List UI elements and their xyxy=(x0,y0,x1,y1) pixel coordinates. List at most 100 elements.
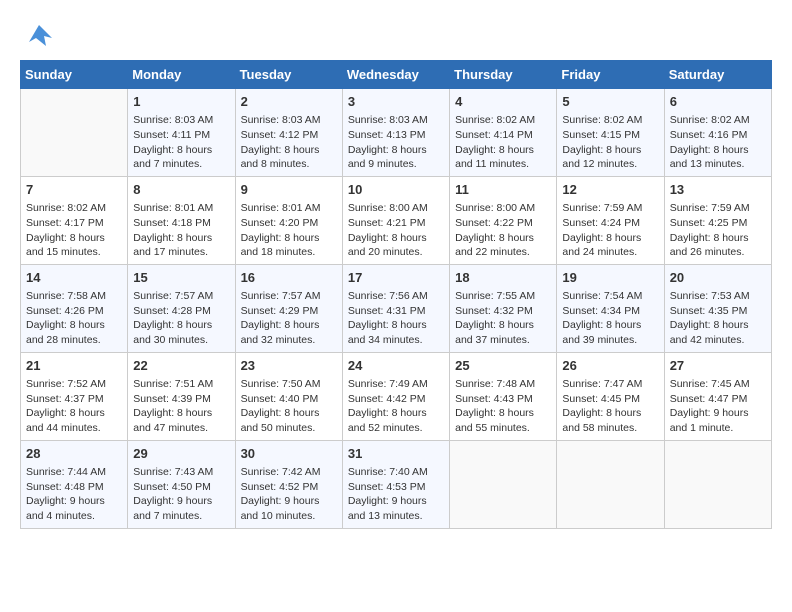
day-info: Sunrise: 8:01 AMSunset: 4:18 PMDaylight:… xyxy=(133,201,229,260)
weekday-header-monday: Monday xyxy=(128,61,235,89)
day-info: Sunrise: 7:55 AMSunset: 4:32 PMDaylight:… xyxy=(455,289,551,348)
calendar-cell: 11 Sunrise: 8:00 AMSunset: 4:22 PMDayligh… xyxy=(450,176,557,264)
calendar-cell: 14Sunrise: 7:58 AMSunset: 4:26 PMDayligh… xyxy=(21,264,128,352)
calendar-cell: 16 Sunrise: 7:57 AMSunset: 4:29 PMDayligh… xyxy=(235,264,342,352)
day-number: 16 xyxy=(241,269,337,287)
calendar-cell: 29 Sunrise: 7:43 AMSunset: 4:50 PMDayligh… xyxy=(128,440,235,528)
weekday-header-thursday: Thursday xyxy=(450,61,557,89)
weekday-header-row: SundayMondayTuesdayWednesdayThursdayFrid… xyxy=(21,61,772,89)
calendar-cell: 17 Sunrise: 7:56 AMSunset: 4:31 PMDayligh… xyxy=(342,264,449,352)
day-number: 7 xyxy=(26,181,122,199)
day-info: Sunrise: 7:56 AMSunset: 4:31 PMDaylight:… xyxy=(348,289,444,348)
day-info: Sunrise: 7:53 AMSunset: 4:35 PMDaylight:… xyxy=(670,289,766,348)
day-number: 22 xyxy=(133,357,229,375)
weekday-header-tuesday: Tuesday xyxy=(235,61,342,89)
weekday-header-saturday: Saturday xyxy=(664,61,771,89)
day-number: 28 xyxy=(26,445,122,463)
calendar-cell xyxy=(450,440,557,528)
calendar-cell xyxy=(557,440,664,528)
day-info: Sunrise: 7:50 AMSunset: 4:40 PMDaylight:… xyxy=(241,377,337,436)
day-number: 19 xyxy=(562,269,658,287)
day-info: Sunrise: 8:02 AMSunset: 4:16 PMDaylight:… xyxy=(670,113,766,172)
weekday-header-friday: Friday xyxy=(557,61,664,89)
day-number: 29 xyxy=(133,445,229,463)
day-number: 12 xyxy=(562,181,658,199)
weekday-header-wednesday: Wednesday xyxy=(342,61,449,89)
calendar-table: SundayMondayTuesdayWednesdayThursdayFrid… xyxy=(20,60,772,529)
day-info: Sunrise: 7:49 AMSunset: 4:42 PMDaylight:… xyxy=(348,377,444,436)
day-number: 17 xyxy=(348,269,444,287)
calendar-week-row-4: 21 Sunrise: 7:52 AMSunset: 4:37 PMDayligh… xyxy=(21,352,772,440)
day-info: Sunrise: 7:40 AMSunset: 4:53 PMDaylight:… xyxy=(348,465,444,524)
calendar-cell: 19 Sunrise: 7:54 AMSunset: 4:34 PMDayligh… xyxy=(557,264,664,352)
day-number: 8 xyxy=(133,181,229,199)
day-number: 30 xyxy=(241,445,337,463)
calendar-cell: 12 Sunrise: 7:59 AMSunset: 4:24 PMDayligh… xyxy=(557,176,664,264)
calendar-cell: 4 Sunrise: 8:02 AMSunset: 4:14 PMDaylight… xyxy=(450,89,557,177)
calendar-cell: 23 Sunrise: 7:50 AMSunset: 4:40 PMDayligh… xyxy=(235,352,342,440)
day-number: 11 xyxy=(455,181,551,199)
calendar-cell: 10 Sunrise: 8:00 AMSunset: 4:21 PMDayligh… xyxy=(342,176,449,264)
day-info: Sunrise: 7:59 AMSunset: 4:24 PMDaylight:… xyxy=(562,201,658,260)
calendar-cell xyxy=(664,440,771,528)
day-number: 10 xyxy=(348,181,444,199)
day-number: 3 xyxy=(348,93,444,111)
day-info: Sunrise: 7:44 AMSunset: 4:48 PMDaylight:… xyxy=(26,465,122,524)
calendar-cell: 25Sunrise: 7:48 AMSunset: 4:43 PMDayligh… xyxy=(450,352,557,440)
calendar-cell: 21 Sunrise: 7:52 AMSunset: 4:37 PMDayligh… xyxy=(21,352,128,440)
day-info: Sunrise: 7:57 AMSunset: 4:29 PMDaylight:… xyxy=(241,289,337,348)
day-number: 26 xyxy=(562,357,658,375)
calendar-cell: 26 Sunrise: 7:47 AMSunset: 4:45 PMDayligh… xyxy=(557,352,664,440)
day-number: 9 xyxy=(241,181,337,199)
day-number: 4 xyxy=(455,93,551,111)
header xyxy=(20,20,772,50)
calendar-cell: 2 Sunrise: 8:03 AMSunset: 4:12 PMDaylight… xyxy=(235,89,342,177)
day-number: 13 xyxy=(670,181,766,199)
day-info: Sunrise: 7:47 AMSunset: 4:45 PMDaylight:… xyxy=(562,377,658,436)
day-number: 21 xyxy=(26,357,122,375)
day-info: Sunrise: 7:51 AMSunset: 4:39 PMDaylight:… xyxy=(133,377,229,436)
calendar-cell xyxy=(21,89,128,177)
calendar-cell: 5Sunrise: 8:02 AMSunset: 4:15 PMDaylight… xyxy=(557,89,664,177)
day-number: 15 xyxy=(133,269,229,287)
day-info: Sunrise: 8:03 AMSunset: 4:13 PMDaylight:… xyxy=(348,113,444,172)
calendar-cell: 3 Sunrise: 8:03 AMSunset: 4:13 PMDaylight… xyxy=(342,89,449,177)
day-info: Sunrise: 7:57 AMSunset: 4:28 PMDaylight:… xyxy=(133,289,229,348)
logo-bird-icon xyxy=(24,20,54,50)
day-info: Sunrise: 8:00 AMSunset: 4:21 PMDaylight:… xyxy=(348,201,444,260)
calendar-cell: 30Sunrise: 7:42 AMSunset: 4:52 PMDayligh… xyxy=(235,440,342,528)
day-info: Sunrise: 8:02 AMSunset: 4:14 PMDaylight:… xyxy=(455,113,551,172)
day-info: Sunrise: 8:03 AMSunset: 4:12 PMDaylight:… xyxy=(241,113,337,172)
day-info: Sunrise: 7:59 AMSunset: 4:25 PMDaylight:… xyxy=(670,201,766,260)
day-info: Sunrise: 7:43 AMSunset: 4:50 PMDaylight:… xyxy=(133,465,229,524)
calendar-cell: 24 Sunrise: 7:49 AMSunset: 4:42 PMDayligh… xyxy=(342,352,449,440)
day-info: Sunrise: 7:54 AMSunset: 4:34 PMDaylight:… xyxy=(562,289,658,348)
day-number: 24 xyxy=(348,357,444,375)
calendar-cell: 9Sunrise: 8:01 AMSunset: 4:20 PMDaylight… xyxy=(235,176,342,264)
calendar-week-row-5: 28 Sunrise: 7:44 AMSunset: 4:48 PMDayligh… xyxy=(21,440,772,528)
calendar-week-row-1: 1Sunrise: 8:03 AMSunset: 4:11 PMDaylight… xyxy=(21,89,772,177)
day-number: 6 xyxy=(670,93,766,111)
calendar-cell: 6 Sunrise: 8:02 AMSunset: 4:16 PMDaylight… xyxy=(664,89,771,177)
calendar-week-row-3: 14Sunrise: 7:58 AMSunset: 4:26 PMDayligh… xyxy=(21,264,772,352)
day-info: Sunrise: 8:00 AMSunset: 4:22 PMDaylight:… xyxy=(455,201,551,260)
day-number: 2 xyxy=(241,93,337,111)
day-number: 23 xyxy=(241,357,337,375)
calendar-cell: 20 Sunrise: 7:53 AMSunset: 4:35 PMDayligh… xyxy=(664,264,771,352)
day-number: 20 xyxy=(670,269,766,287)
day-info: Sunrise: 7:52 AMSunset: 4:37 PMDaylight:… xyxy=(26,377,122,436)
calendar-cell: 27Sunrise: 7:45 AMSunset: 4:47 PMDayligh… xyxy=(664,352,771,440)
calendar-cell: 1Sunrise: 8:03 AMSunset: 4:11 PMDaylight… xyxy=(128,89,235,177)
weekday-header-sunday: Sunday xyxy=(21,61,128,89)
calendar-cell: 28 Sunrise: 7:44 AMSunset: 4:48 PMDayligh… xyxy=(21,440,128,528)
calendar-cell: 7Sunrise: 8:02 AMSunset: 4:17 PMDaylight… xyxy=(21,176,128,264)
calendar-cell: 8 Sunrise: 8:01 AMSunset: 4:18 PMDaylight… xyxy=(128,176,235,264)
day-info: Sunrise: 8:02 AMSunset: 4:15 PMDaylight:… xyxy=(562,113,658,172)
day-number: 18 xyxy=(455,269,551,287)
calendar-cell: 31 Sunrise: 7:40 AMSunset: 4:53 PMDayligh… xyxy=(342,440,449,528)
day-number: 14 xyxy=(26,269,122,287)
day-number: 27 xyxy=(670,357,766,375)
day-number: 1 xyxy=(133,93,229,111)
day-number: 31 xyxy=(348,445,444,463)
calendar-cell: 18 Sunrise: 7:55 AMSunset: 4:32 PMDayligh… xyxy=(450,264,557,352)
